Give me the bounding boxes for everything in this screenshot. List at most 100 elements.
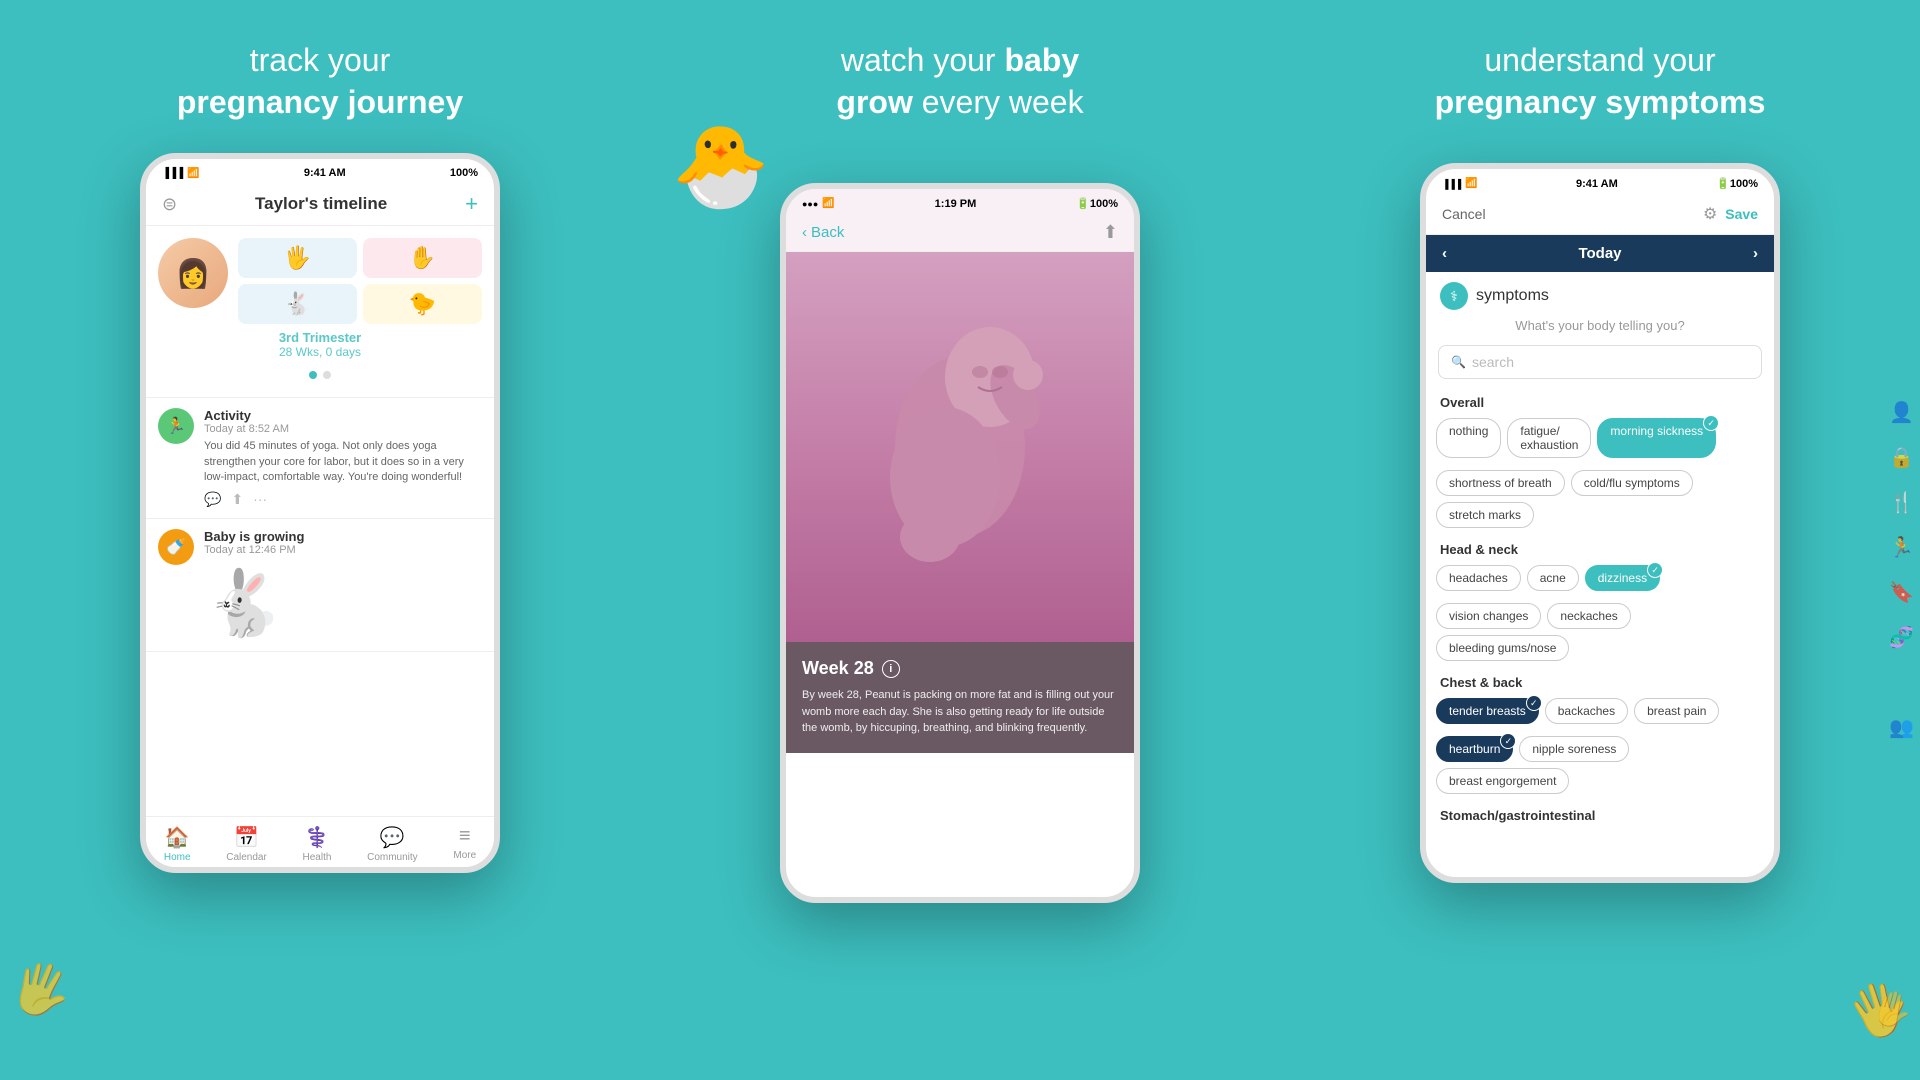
activity-actions: 💬 ⬆ ··· (204, 491, 482, 508)
week-description: By week 28, Peanut is packing on more fa… (802, 687, 1118, 737)
chip-backaches[interactable]: backaches (1545, 698, 1628, 724)
chip-cold-flu[interactable]: cold/flu symptoms (1571, 470, 1693, 496)
left-heading: track your pregnancy journey (177, 40, 463, 123)
chip-vision-changes[interactable]: vision changes (1436, 603, 1541, 629)
activity-icon: 🏃 (158, 408, 194, 444)
chips-head-row1: headaches acne dizziness (1426, 561, 1774, 599)
more-nav-icon: ≡ (459, 825, 471, 848)
side-icon-4: 🔒 (1889, 445, 1914, 470)
app-title: Taylor's timeline (255, 194, 387, 214)
chip-nipple-soreness[interactable]: nipple soreness (1519, 736, 1629, 762)
signal-icon-m: ●●● (802, 199, 818, 209)
save-button[interactable]: Save (1725, 206, 1758, 222)
activity-item: 🏃 Activity Today at 8:52 AM You did 45 m… (146, 398, 494, 519)
calendar-icon: 📅 (234, 825, 259, 850)
more-icon[interactable]: ··· (253, 491, 267, 508)
chip-dizziness[interactable]: dizziness (1585, 565, 1660, 591)
avatar: 👩 (158, 238, 228, 308)
baby-info-bar: Week 28 i By week 28, Peanut is packing … (786, 642, 1134, 753)
baby-image-area (786, 252, 1134, 642)
battery-display-middle: 🔋100% (1076, 197, 1118, 210)
symptoms-header: Cancel ⚙ Save (1426, 194, 1774, 235)
add-icon[interactable]: + (465, 191, 478, 217)
status-bar-left: ▐▐▐ 📶 9:41 AM 100% (146, 159, 494, 183)
week-label-display: Week 28 i (802, 658, 1118, 679)
activity-time: Today at 8:52 AM (204, 423, 482, 435)
side-icon-5: 🍴 (1889, 490, 1914, 515)
status-bar-right: ▐▐▐ 📶 9:41 AM 🔋100% (1426, 169, 1774, 194)
dots-indicator (158, 365, 482, 385)
chip-neckaches[interactable]: neckaches (1547, 603, 1630, 629)
side-icon-8: 🧬 (1889, 625, 1914, 650)
wifi-icon-m: 📶 (822, 198, 834, 209)
baby-title: Baby is growing (204, 529, 482, 544)
right-heading: understand your pregnancy symptoms (1435, 40, 1766, 123)
nav-more[interactable]: ≡ More (453, 825, 476, 863)
dot-2 (323, 371, 331, 379)
phone-right: ▐▐▐ 📶 9:41 AM 🔋100% Cancel ⚙ Save ‹ Toda… (1420, 163, 1780, 883)
chip-fatigue[interactable]: fatigue/exhaustion (1507, 418, 1591, 458)
baby-svg (860, 297, 1060, 597)
share-icon[interactable]: ⬆ (231, 491, 243, 508)
time-display-middle: 1:19 PM (935, 198, 977, 210)
info-icon[interactable]: i (882, 660, 900, 678)
symptom-section-icon: ⚕ (1440, 282, 1468, 310)
body-prompt: What's your body telling you? (1426, 314, 1774, 341)
battery-display: 100% (450, 167, 478, 179)
nav-home[interactable]: 🏠 Home (164, 825, 191, 863)
emoji-grid: 🖐️ ✋ 🐇 🐤 (238, 238, 482, 324)
middle-heading: watch your babygrow every week (836, 40, 1083, 123)
side-icon-7: 🔖 (1889, 580, 1914, 605)
emoji-tile-hand2[interactable]: ✋ (363, 238, 482, 278)
trimester-info: 3rd Trimester 28 Wks, 0 days (158, 324, 482, 365)
emoji-tile-rabbit[interactable]: 🐇 (238, 284, 357, 324)
chip-bleeding-gums[interactable]: bleeding gums/nose (1436, 635, 1569, 661)
chips-chest-row1: tender breasts backaches breast pain (1426, 694, 1774, 732)
search-placeholder: search (1472, 354, 1514, 370)
share-button[interactable]: ⬆ (1103, 222, 1118, 243)
chip-acne[interactable]: acne (1527, 565, 1579, 591)
bottom-nav: 🏠 Home 📅 Calendar ⚕️ Health 💬 Community … (146, 816, 494, 867)
emoji-tile-duck[interactable]: 🐤 (363, 284, 482, 324)
chip-tender-breasts[interactable]: tender breasts (1436, 698, 1539, 724)
emoji-tile-hand1[interactable]: 🖐️ (238, 238, 357, 278)
nav-calendar[interactable]: 📅 Calendar (226, 825, 267, 863)
chip-heartburn[interactable]: heartburn (1436, 736, 1513, 762)
chip-nothing[interactable]: nothing (1436, 418, 1501, 458)
panel-left: track your pregnancy journey ▐▐▐ 📶 9:41 … (0, 0, 640, 1080)
comment-icon[interactable]: 💬 (204, 491, 221, 508)
dot-1 (309, 371, 317, 379)
trimester-label: 3rd Trimester (158, 330, 482, 345)
chip-headaches[interactable]: headaches (1436, 565, 1521, 591)
chips-overall-row2: shortness of breath cold/flu symptoms st… (1426, 466, 1774, 536)
search-box[interactable]: 🔍 search (1438, 345, 1762, 379)
chip-morning-sickness[interactable]: morning sickness (1597, 418, 1716, 458)
cancel-button[interactable]: Cancel (1442, 206, 1486, 222)
back-button[interactable]: ‹ Back (802, 224, 844, 241)
side-icon-2: ⚕ (1889, 355, 1914, 380)
today-label: Today (1578, 245, 1621, 262)
chip-breast-pain[interactable]: breast pain (1634, 698, 1719, 724)
next-day-button[interactable]: › (1753, 245, 1758, 262)
symptom-icon-row: ⚕ symptoms (1426, 272, 1774, 314)
prev-day-button[interactable]: ‹ (1442, 245, 1447, 262)
filter-icon[interactable]: ⊜ (162, 194, 177, 215)
nav-community[interactable]: 💬 Community (367, 825, 418, 863)
phone-left: ▐▐▐ 📶 9:41 AM 100% ⊜ Taylor's timeline +… (140, 153, 500, 873)
chip-breast-engorgement[interactable]: breast engorgement (1436, 768, 1569, 794)
settings-icon[interactable]: ⚙ (1703, 204, 1717, 224)
timeline-card: 👩 🖐️ ✋ 🐇 🐤 3rd Trimester 28 Wks, 0 days (146, 226, 494, 398)
nav-health[interactable]: ⚕️ Health (303, 825, 332, 863)
community-icon: 💬 (380, 825, 405, 850)
side-icons-right: ☽ ⚕ 👤 🔒 🍴 🏃 🔖 🧬 ⚖ 👥 (1883, 300, 1920, 750)
baby-content: Baby is growing Today at 12:46 PM 🐇 (204, 529, 482, 641)
chevron-left-icon: ‹ (802, 224, 807, 241)
signal-icon: ▐▐▐ (162, 168, 183, 179)
side-icon-1: ☽ (1889, 310, 1914, 335)
section-stomach-label: Stomach/gastrointestinal (1426, 802, 1774, 827)
chip-shortness[interactable]: shortness of breath (1436, 470, 1565, 496)
section-head-label: Head & neck (1426, 536, 1774, 561)
panel-right: understand your pregnancy symptoms ▐▐▐ 📶… (1280, 0, 1920, 1080)
status-bar-middle: ●●● 📶 1:19 PM 🔋100% (786, 189, 1134, 214)
chip-stretch-marks[interactable]: stretch marks (1436, 502, 1534, 528)
